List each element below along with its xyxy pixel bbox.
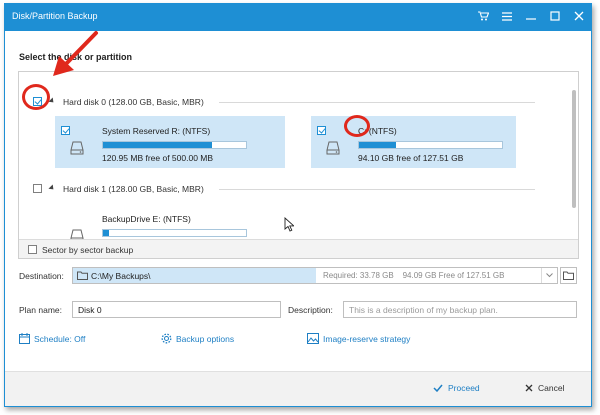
menu-icon[interactable] <box>501 8 513 24</box>
partition-card-system-reserved[interactable]: System Reserved R: (NTFS) 120.95 MB free… <box>55 116 285 168</box>
folder-icon <box>77 271 88 280</box>
title-bar: Disk/Partition Backup <box>5 4 591 31</box>
usage-bar <box>102 141 247 149</box>
cancel-button[interactable]: Cancel <box>525 383 564 393</box>
cancel-label: Cancel <box>538 383 565 393</box>
description-label: Description: <box>288 305 333 315</box>
destination-field[interactable]: C:\My Backups\ Required: 33.78 GB 94.09 … <box>72 267 558 284</box>
partition-name: System Reserved R: (NTFS) <box>102 126 211 136</box>
mouse-pointer-icon <box>284 217 294 232</box>
backup-options-label: Backup options <box>176 333 235 344</box>
usage-bar <box>358 141 503 149</box>
schedule-link[interactable]: Schedule: Off <box>19 333 85 344</box>
drive-icon <box>70 141 84 155</box>
destination-path-text: C:\My Backups\ <box>91 271 151 281</box>
partition-name: BackupDrive E: (NTFS) <box>102 214 191 224</box>
disk-1-expand-icon[interactable] <box>48 184 56 192</box>
drive-icon <box>326 141 340 155</box>
image-reserve-label: Image-reserve strategy <box>323 333 411 344</box>
close-icon[interactable] <box>573 8 585 24</box>
usage-bar <box>102 229 247 237</box>
title-bar-controls <box>477 8 585 24</box>
image-icon <box>307 333 319 344</box>
free-space: 94.09 GB Free of 127.51 GB <box>402 271 505 280</box>
divider <box>219 102 535 103</box>
browse-button[interactable] <box>560 267 577 284</box>
partition-free-space: 120.95 MB free of 500.00 MB <box>102 153 214 163</box>
sector-backup-label: Sector by sector backup <box>42 245 134 255</box>
required-space: Required: 33.78 GB <box>323 271 394 280</box>
usage-fill <box>103 142 212 148</box>
disk-1-label: Hard disk 1 (128.00 GB, Basic, MBR) <box>63 184 204 194</box>
destination-label: Destination: <box>19 271 64 281</box>
sector-backup-checkbox[interactable] <box>28 245 37 254</box>
disk-0-label: Hard disk 0 (128.00 GB, Basic, MBR) <box>63 97 204 107</box>
plan-name-label: Plan name: <box>19 305 62 315</box>
plan-name-input[interactable] <box>72 301 281 318</box>
destination-dropdown-button[interactable] <box>541 268 557 283</box>
proceed-label: Proceed <box>448 383 480 393</box>
partition-free-space: 94.10 GB free of 127.51 GB <box>358 153 464 163</box>
usage-fill <box>103 230 109 236</box>
backup-options-link[interactable]: Backup options <box>161 333 234 344</box>
schedule-label: Schedule: Off <box>34 333 86 344</box>
partition-checkbox[interactable] <box>317 126 326 135</box>
footer-bar: Proceed Cancel <box>5 371 591 406</box>
disk-list-panel: Hard disk 0 (128.00 GB, Basic, MBR) Syst… <box>18 71 579 259</box>
window-title: Disk/Partition Backup <box>12 11 98 21</box>
annotation-circle-disk-0 <box>22 84 50 110</box>
folder-icon <box>563 271 574 280</box>
destination-space-info: Required: 33.78 GB 94.09 GB Free of 127.… <box>323 271 504 280</box>
checkmark-icon <box>433 384 443 392</box>
annotation-arrow-icon <box>53 31 98 76</box>
description-input[interactable] <box>343 301 577 318</box>
annotation-circle-drive-c <box>344 115 370 137</box>
chevron-down-icon <box>546 273 553 278</box>
gear-icon <box>161 333 172 344</box>
scrollbar[interactable] <box>572 90 576 208</box>
partition-card-c[interactable]: C: (NTFS) 94.10 GB free of 127.51 GB <box>311 116 516 168</box>
proceed-button[interactable]: Proceed <box>433 383 480 393</box>
sector-backup-row: Sector by sector backup <box>19 239 578 258</box>
partition-checkbox[interactable] <box>61 126 70 135</box>
cart-icon[interactable] <box>477 8 489 24</box>
divider <box>219 189 535 190</box>
destination-path[interactable]: C:\My Backups\ <box>73 268 316 283</box>
maximize-icon[interactable] <box>549 8 561 24</box>
calendar-icon <box>19 333 30 344</box>
minimize-icon[interactable] <box>525 8 537 24</box>
usage-fill <box>359 142 397 148</box>
disk-1-checkbox[interactable] <box>33 184 42 193</box>
image-reserve-link[interactable]: Image-reserve strategy <box>307 333 410 344</box>
close-icon <box>525 384 533 392</box>
